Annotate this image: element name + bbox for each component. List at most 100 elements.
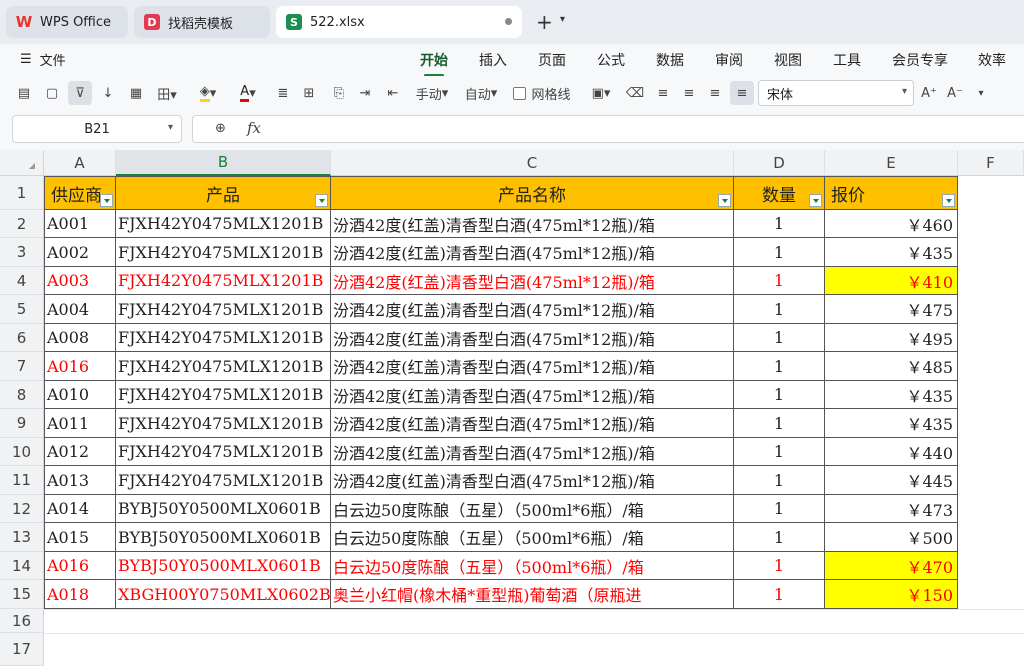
select-all-corner[interactable] [0, 150, 44, 176]
product-code-cell[interactable]: FJXH42Y0475MLX1201B [116, 210, 331, 238]
column-header-d[interactable]: D [734, 150, 825, 176]
format-painter-icon[interactable]: ▤ [12, 81, 36, 105]
tab-review[interactable]: 审阅 [715, 50, 743, 70]
price-cell[interactable]: ￥460 [825, 210, 958, 238]
product-name-cell[interactable]: 白云边50度陈酿（五星）（500ml*6瓶）/箱 [331, 552, 734, 580]
tab-member[interactable]: 会员专享 [892, 50, 948, 70]
product-name-cell[interactable]: 汾酒42度(红盖)清香型白酒(475ml*12瓶)/箱 [331, 267, 734, 295]
product-name-cell[interactable]: 奥兰小红帽(橡木桶*重型瓶)葡萄酒（原瓶进 [331, 580, 734, 609]
borders-icon[interactable]: 田▾ [152, 81, 182, 105]
tab-page[interactable]: 页面 [538, 50, 566, 70]
header-supplier[interactable]: 供应商 [44, 176, 116, 210]
product-code-cell[interactable]: XBGH00Y0750MLX0602B [116, 580, 331, 609]
product-name-cell[interactable]: 汾酒42度(红盖)清香型白酒(475ml*12瓶)/箱 [331, 210, 734, 238]
quantity-cell[interactable]: 1 [734, 409, 825, 438]
supplier-cell[interactable]: A014 [44, 495, 116, 523]
row-header-11[interactable]: 11 [0, 466, 44, 495]
row-header-4[interactable]: 4 [0, 267, 44, 295]
more-chevron-icon[interactable]: ▾ [972, 81, 990, 105]
decrease-font-icon[interactable]: A⁻ [944, 81, 966, 105]
product-name-cell[interactable]: 白云边50度陈酿（五星）（500ml*6瓶）/箱 [331, 495, 734, 523]
price-cell[interactable]: ￥500 [825, 523, 958, 552]
product-code-cell[interactable]: BYBJ50Y0500MLX0601B [116, 552, 331, 580]
align-left-icon[interactable]: ≡ [652, 81, 674, 105]
unsaved-dot-icon[interactable] [505, 18, 512, 25]
supplier-cell[interactable]: A008 [44, 324, 116, 352]
price-cell[interactable]: ￥435 [825, 238, 958, 267]
supplier-cell[interactable]: A002 [44, 238, 116, 267]
increase-font-icon[interactable]: A⁺ [918, 81, 940, 105]
row-header-1[interactable]: 1 [0, 176, 44, 210]
product-name-cell[interactable]: 汾酒42度(红盖)清香型白酒(475ml*12瓶)/箱 [331, 238, 734, 267]
gridlines-toggle[interactable]: 网格线 [512, 81, 572, 105]
row-header-15[interactable]: 15 [0, 580, 44, 609]
supplier-cell[interactable]: A003 [44, 267, 116, 295]
indent-icon[interactable]: ⇥ [354, 81, 376, 105]
product-code-cell[interactable]: FJXH42Y0475MLX1201B [116, 409, 331, 438]
spreadsheet-grid[interactable]: A B C D E F 1 2 3 4 5 6 7 8 9 10 11 12 13 14 15 16 17 供应商 产品 产品名称… [0, 150, 1024, 666]
tab-522-xlsx[interactable]: S 522.xlsx [276, 6, 522, 38]
tab-formulas[interactable]: 公式 [597, 50, 625, 70]
row-header-6[interactable]: 6 [0, 324, 44, 352]
quantity-cell[interactable]: 1 [734, 523, 825, 552]
column-header-e[interactable]: E [825, 150, 958, 176]
quantity-cell[interactable]: 1 [734, 438, 825, 466]
filter-dropdown-icon[interactable] [315, 194, 328, 207]
price-cell[interactable]: ￥495 [825, 324, 958, 352]
tab-wps-office[interactable]: W WPS Office [6, 6, 128, 38]
header-product[interactable]: 产品 [116, 176, 331, 210]
supplier-cell[interactable]: A016 [44, 552, 116, 580]
product-name-cell[interactable]: 汾酒42度(红盖)清香型白酒(475ml*12瓶)/箱 [331, 381, 734, 409]
justify-icon[interactable]: ≡ [730, 81, 754, 105]
row-header-5[interactable]: 5 [0, 295, 44, 324]
quantity-cell[interactable]: 1 [734, 238, 825, 267]
filter-dropdown-icon[interactable] [100, 194, 113, 207]
align-right-icon[interactable]: ≡ [704, 81, 726, 105]
formula-input[interactable]: ⊕ fx [192, 115, 1024, 143]
freeze-icon[interactable]: ▣▾ [584, 81, 618, 105]
tab-docer-templates[interactable]: D 找稻壳模板 [134, 6, 270, 38]
row-header-12[interactable]: 12 [0, 495, 44, 523]
header-product-name[interactable]: 产品名称 [331, 176, 734, 210]
quantity-cell[interactable]: 1 [734, 352, 825, 381]
row-header-10[interactable]: 10 [0, 438, 44, 466]
supplier-cell[interactable]: A010 [44, 381, 116, 409]
product-code-cell[interactable]: FJXH42Y0475MLX1201B [116, 267, 331, 295]
product-code-cell[interactable]: FJXH42Y0475MLX1201B [116, 438, 331, 466]
file-menu-button[interactable]: ☰ 文件 [20, 50, 66, 69]
product-name-cell[interactable]: 汾酒42度(红盖)清香型白酒(475ml*12瓶)/箱 [331, 466, 734, 495]
row-header-14[interactable]: 14 [0, 552, 44, 580]
column-header-a[interactable]: A [44, 150, 116, 176]
row-header-16[interactable]: 16 [0, 609, 44, 633]
quantity-cell[interactable]: 1 [734, 466, 825, 495]
quantity-cell[interactable]: 1 [734, 324, 825, 352]
product-code-cell[interactable]: FJXH42Y0475MLX1201B [116, 295, 331, 324]
quantity-cell[interactable]: 1 [734, 267, 825, 295]
chevron-down-icon[interactable]: ▾ [560, 14, 565, 25]
quantity-cell[interactable]: 1 [734, 295, 825, 324]
zoom-icon[interactable]: ⊕ [215, 121, 226, 136]
product-code-cell[interactable]: BYBJ50Y0500MLX0601B [116, 523, 331, 552]
merge-icon[interactable]: ⊞ [298, 81, 320, 105]
row-header-17[interactable]: 17 [0, 633, 44, 666]
quantity-cell[interactable]: 1 [734, 495, 825, 523]
column-header-c[interactable]: C [331, 150, 734, 176]
column-header-b[interactable]: B [116, 150, 331, 176]
supplier-cell[interactable]: A016 [44, 352, 116, 381]
tab-home[interactable]: 开始 [420, 50, 448, 77]
header-price[interactable]: 报价 [825, 176, 958, 210]
product-name-cell[interactable]: 白云边50度陈酿（五星）（500ml*6瓶）/箱 [331, 523, 734, 552]
align-icon[interactable]: ≣ [272, 81, 294, 105]
product-code-cell[interactable]: FJXH42Y0475MLX1201B [116, 352, 331, 381]
price-cell[interactable]: ￥435 [825, 409, 958, 438]
quantity-cell[interactable]: 1 [734, 210, 825, 238]
supplier-cell[interactable]: A015 [44, 523, 116, 552]
filter-dropdown-icon[interactable] [718, 194, 731, 207]
row-header-3[interactable]: 3 [0, 238, 44, 267]
font-name-select[interactable]: 宋体 ▾ [758, 80, 914, 106]
gridlines-checkbox[interactable] [513, 86, 527, 100]
row-header-7[interactable]: 7 [0, 352, 44, 381]
product-name-cell[interactable]: 汾酒42度(红盖)清香型白酒(475ml*12瓶)/箱 [331, 438, 734, 466]
new-tab-icon[interactable]: + [536, 10, 553, 34]
tab-insert[interactable]: 插入 [479, 50, 507, 70]
